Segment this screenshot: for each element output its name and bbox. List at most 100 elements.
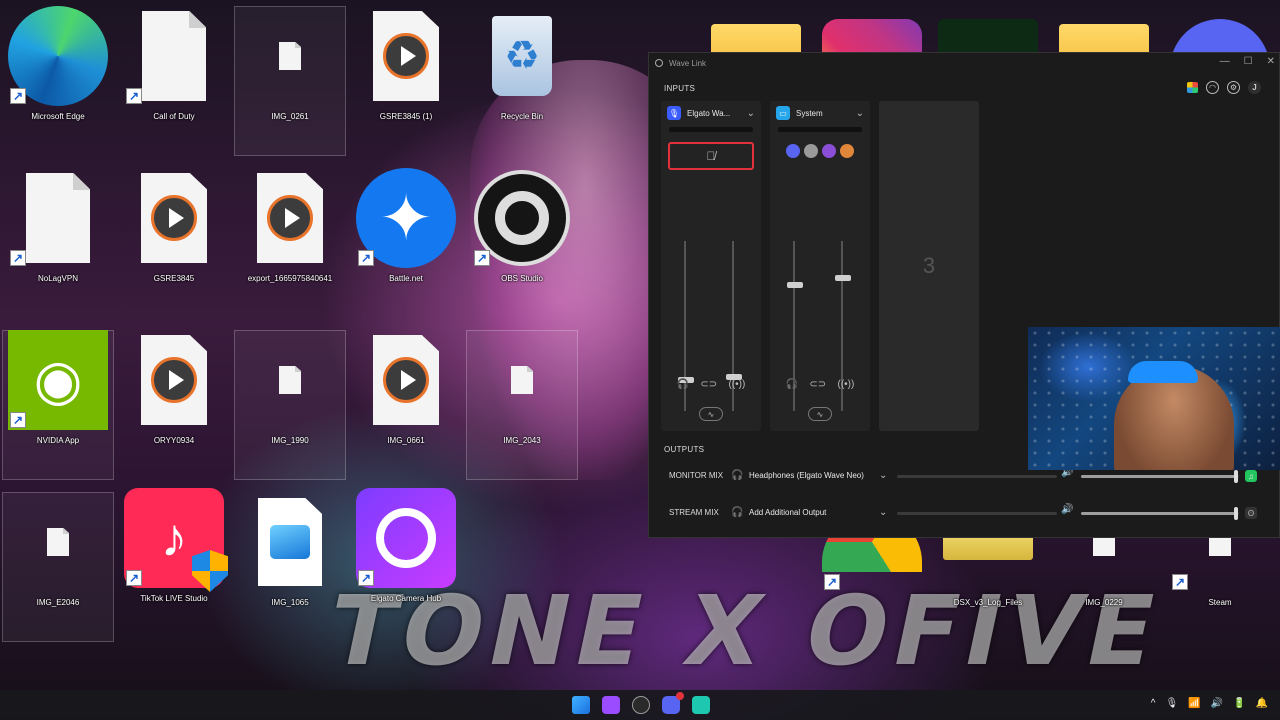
headphones-icon[interactable]: ◠	[1206, 81, 1219, 94]
slider-knob[interactable]	[1233, 470, 1238, 483]
mute-button[interactable]: 🎙̸	[668, 142, 754, 170]
volume-icon[interactable]: 🔊	[1061, 504, 1073, 515]
output-device-select[interactable]: Add Additional Output	[749, 508, 879, 517]
monitor-fader-knob[interactable]	[787, 282, 803, 289]
document-icon	[26, 173, 90, 263]
microphone-tray-icon[interactable]: 🎙	[1165, 698, 1178, 709]
inputs-heading: INPUTS	[664, 84, 696, 93]
shortcut-arrow-icon: ↗	[358, 570, 374, 586]
chrome-app-icon[interactable]	[840, 144, 854, 158]
video-file-icon	[257, 173, 323, 263]
chevron-down-icon[interactable]: ⌄	[856, 108, 864, 119]
listen-ear-icon[interactable]: ʘ	[1245, 507, 1257, 519]
ear-monitor-icon[interactable]: ♫	[1245, 470, 1257, 482]
photo-file-icon	[258, 498, 322, 586]
output-label: STREAM MIX	[669, 507, 719, 517]
slider-knob[interactable]	[1233, 507, 1238, 520]
chevron-down-icon[interactable]: ⌄	[747, 108, 755, 119]
monitor-headphones-icon[interactable]: 🎧	[677, 379, 689, 390]
desktop-icon-nvidia-app[interactable]: ◉ ↗ NVIDIA App	[2, 330, 114, 480]
wave-link-taskbar-icon[interactable]	[632, 696, 650, 714]
headphones-icon: 🎧	[731, 469, 744, 481]
desktop-icon-img-0661[interactable]: IMG_0661	[350, 330, 462, 480]
output-device-select[interactable]: Headphones (Elgato Wave Neo)	[749, 471, 879, 480]
video-file-icon	[373, 335, 439, 425]
stream-broadcast-icon[interactable]: ((•))	[729, 379, 746, 390]
desktop-icon-img-0261[interactable]: IMG_0261	[234, 6, 346, 156]
desktop-icon-tiktok-live-studio[interactable]: ♪ ↗ TikTok LIVE Studio	[118, 488, 230, 638]
stream-mix-volume-slider[interactable]	[1081, 507, 1239, 520]
shortcut-arrow-icon: ↗	[10, 412, 26, 428]
video-file-icon	[373, 11, 439, 101]
monitor-headphones-icon[interactable]: 🎧	[786, 379, 798, 390]
tray-overflow-icon[interactable]: ^	[1151, 698, 1156, 709]
channel-header[interactable]: ▭ System ⌄	[770, 101, 870, 125]
battery-icon[interactable]: 🔋	[1233, 698, 1245, 709]
desktop-icon-img-2043[interactable]: IMG_2043	[466, 330, 578, 480]
taskbar-apps	[572, 692, 710, 714]
shortcut-arrow-icon: ↗	[358, 250, 374, 266]
marketplace-icon[interactable]	[1187, 82, 1198, 93]
desktop-icon-edge[interactable]: ↗ Microsoft Edge	[2, 6, 114, 156]
title-bar[interactable]: Wave Link	[649, 53, 1279, 73]
monitor-screen-icon: ▭	[776, 106, 790, 120]
maximize-button[interactable]: ☐	[1244, 56, 1253, 67]
toolbar: ◠ ⚙ J	[1187, 81, 1261, 94]
channel-name: Elgato Wa...	[687, 108, 731, 118]
desktop-icon-img-1065[interactable]: IMG_1065	[234, 492, 346, 642]
stream-broadcast-icon[interactable]: ((•))	[838, 379, 855, 390]
stream-deck-taskbar-icon[interactable]	[692, 696, 710, 714]
windows-start-icon[interactable]	[572, 696, 590, 714]
desktop-icon-recycle-bin[interactable]: ♻ Recycle Bin	[466, 6, 578, 156]
camera-hub-taskbar-icon[interactable]	[602, 696, 620, 714]
admin-shield-icon	[192, 550, 228, 592]
shortcut-arrow-icon: ↗	[474, 250, 490, 266]
window-title: Wave Link	[669, 58, 707, 68]
monitor-mix-volume-slider[interactable]	[1081, 470, 1239, 483]
streamer-cap	[1128, 361, 1198, 383]
desktop-icon-elgato-camera-hub[interactable]: ↗ Elgato Camera Hub	[350, 488, 462, 638]
desktop-icon-img-e2046[interactable]: IMG_E2046	[2, 492, 114, 642]
chevron-down-icon[interactable]: ⌄	[879, 507, 895, 518]
shortcut-arrow-icon: ↗	[824, 574, 840, 590]
desktop-icon-oryy0934[interactable]: ORYY0934	[118, 330, 230, 480]
desktop-icon-gsre3845-1[interactable]: GSRE3845 (1)	[350, 6, 462, 156]
link-icon[interactable]: ⊂⊃	[700, 379, 717, 390]
account-avatar[interactable]: J	[1248, 81, 1261, 94]
desktop-icon-call-of-duty[interactable]: ↗ Call of Duty	[118, 6, 230, 156]
discord-taskbar-icon[interactable]	[662, 692, 684, 714]
level-meter	[669, 127, 753, 132]
effects-button[interactable]: ∿	[699, 407, 723, 421]
channel-footer: 🎧 ⊂⊃ ((•))	[661, 379, 761, 390]
input-channel-elgato-wave: 🎙 Elgato Wa... ⌄ 🎙̸ 🎧 ⊂⊃ ((•)) ∿	[661, 101, 761, 431]
stream-fader-knob[interactable]	[835, 275, 851, 282]
wifi-icon[interactable]: 📶	[1188, 698, 1200, 709]
camera-hub-app-icon[interactable]	[822, 144, 836, 158]
obs-app-icon[interactable]	[804, 144, 818, 158]
microphone-icon: 🎙	[667, 106, 681, 120]
chevron-down-icon[interactable]: ⌄	[879, 470, 895, 481]
desktop-icon-img-1990[interactable]: IMG_1990	[234, 330, 346, 480]
effects-button[interactable]: ∿	[808, 407, 832, 421]
discord-app-icon[interactable]	[786, 144, 800, 158]
document-icon	[279, 42, 301, 70]
link-icon[interactable]: ⊂⊃	[809, 379, 826, 390]
desktop-icon-obs-studio[interactable]: ↗ OBS Studio	[466, 168, 578, 318]
channel-header[interactable]: 🎙 Elgato Wa... ⌄	[661, 101, 761, 125]
empty-slot-number: 3	[922, 253, 936, 278]
routed-apps	[777, 144, 863, 158]
system-tray: ^ 🎙 📶 🔊 🔋 🔔	[1151, 698, 1268, 709]
outputs-heading: OUTPUTS	[664, 445, 705, 454]
desktop-icon-export[interactable]: export_1665975840641	[234, 168, 346, 318]
notifications-bell-icon[interactable]: 🔔	[1256, 698, 1268, 709]
minimize-button[interactable]: —	[1220, 56, 1230, 67]
desktop-icon-battle-net[interactable]: ✦ ↗ Battle.net	[350, 168, 462, 318]
desktop-icon-nolagvpn[interactable]: ↗ NoLagVPN	[2, 168, 114, 318]
empty-channel-slot[interactable]: 3	[879, 101, 979, 431]
close-button[interactable]: ✕	[1267, 56, 1275, 67]
document-icon	[142, 11, 206, 101]
speaker-icon[interactable]: 🔊	[1211, 698, 1223, 709]
settings-gear-icon[interactable]: ⚙	[1227, 81, 1240, 94]
desktop-icon-gsre3845[interactable]: GSRE3845	[118, 168, 230, 318]
shortcut-arrow-icon: ↗	[10, 88, 26, 104]
